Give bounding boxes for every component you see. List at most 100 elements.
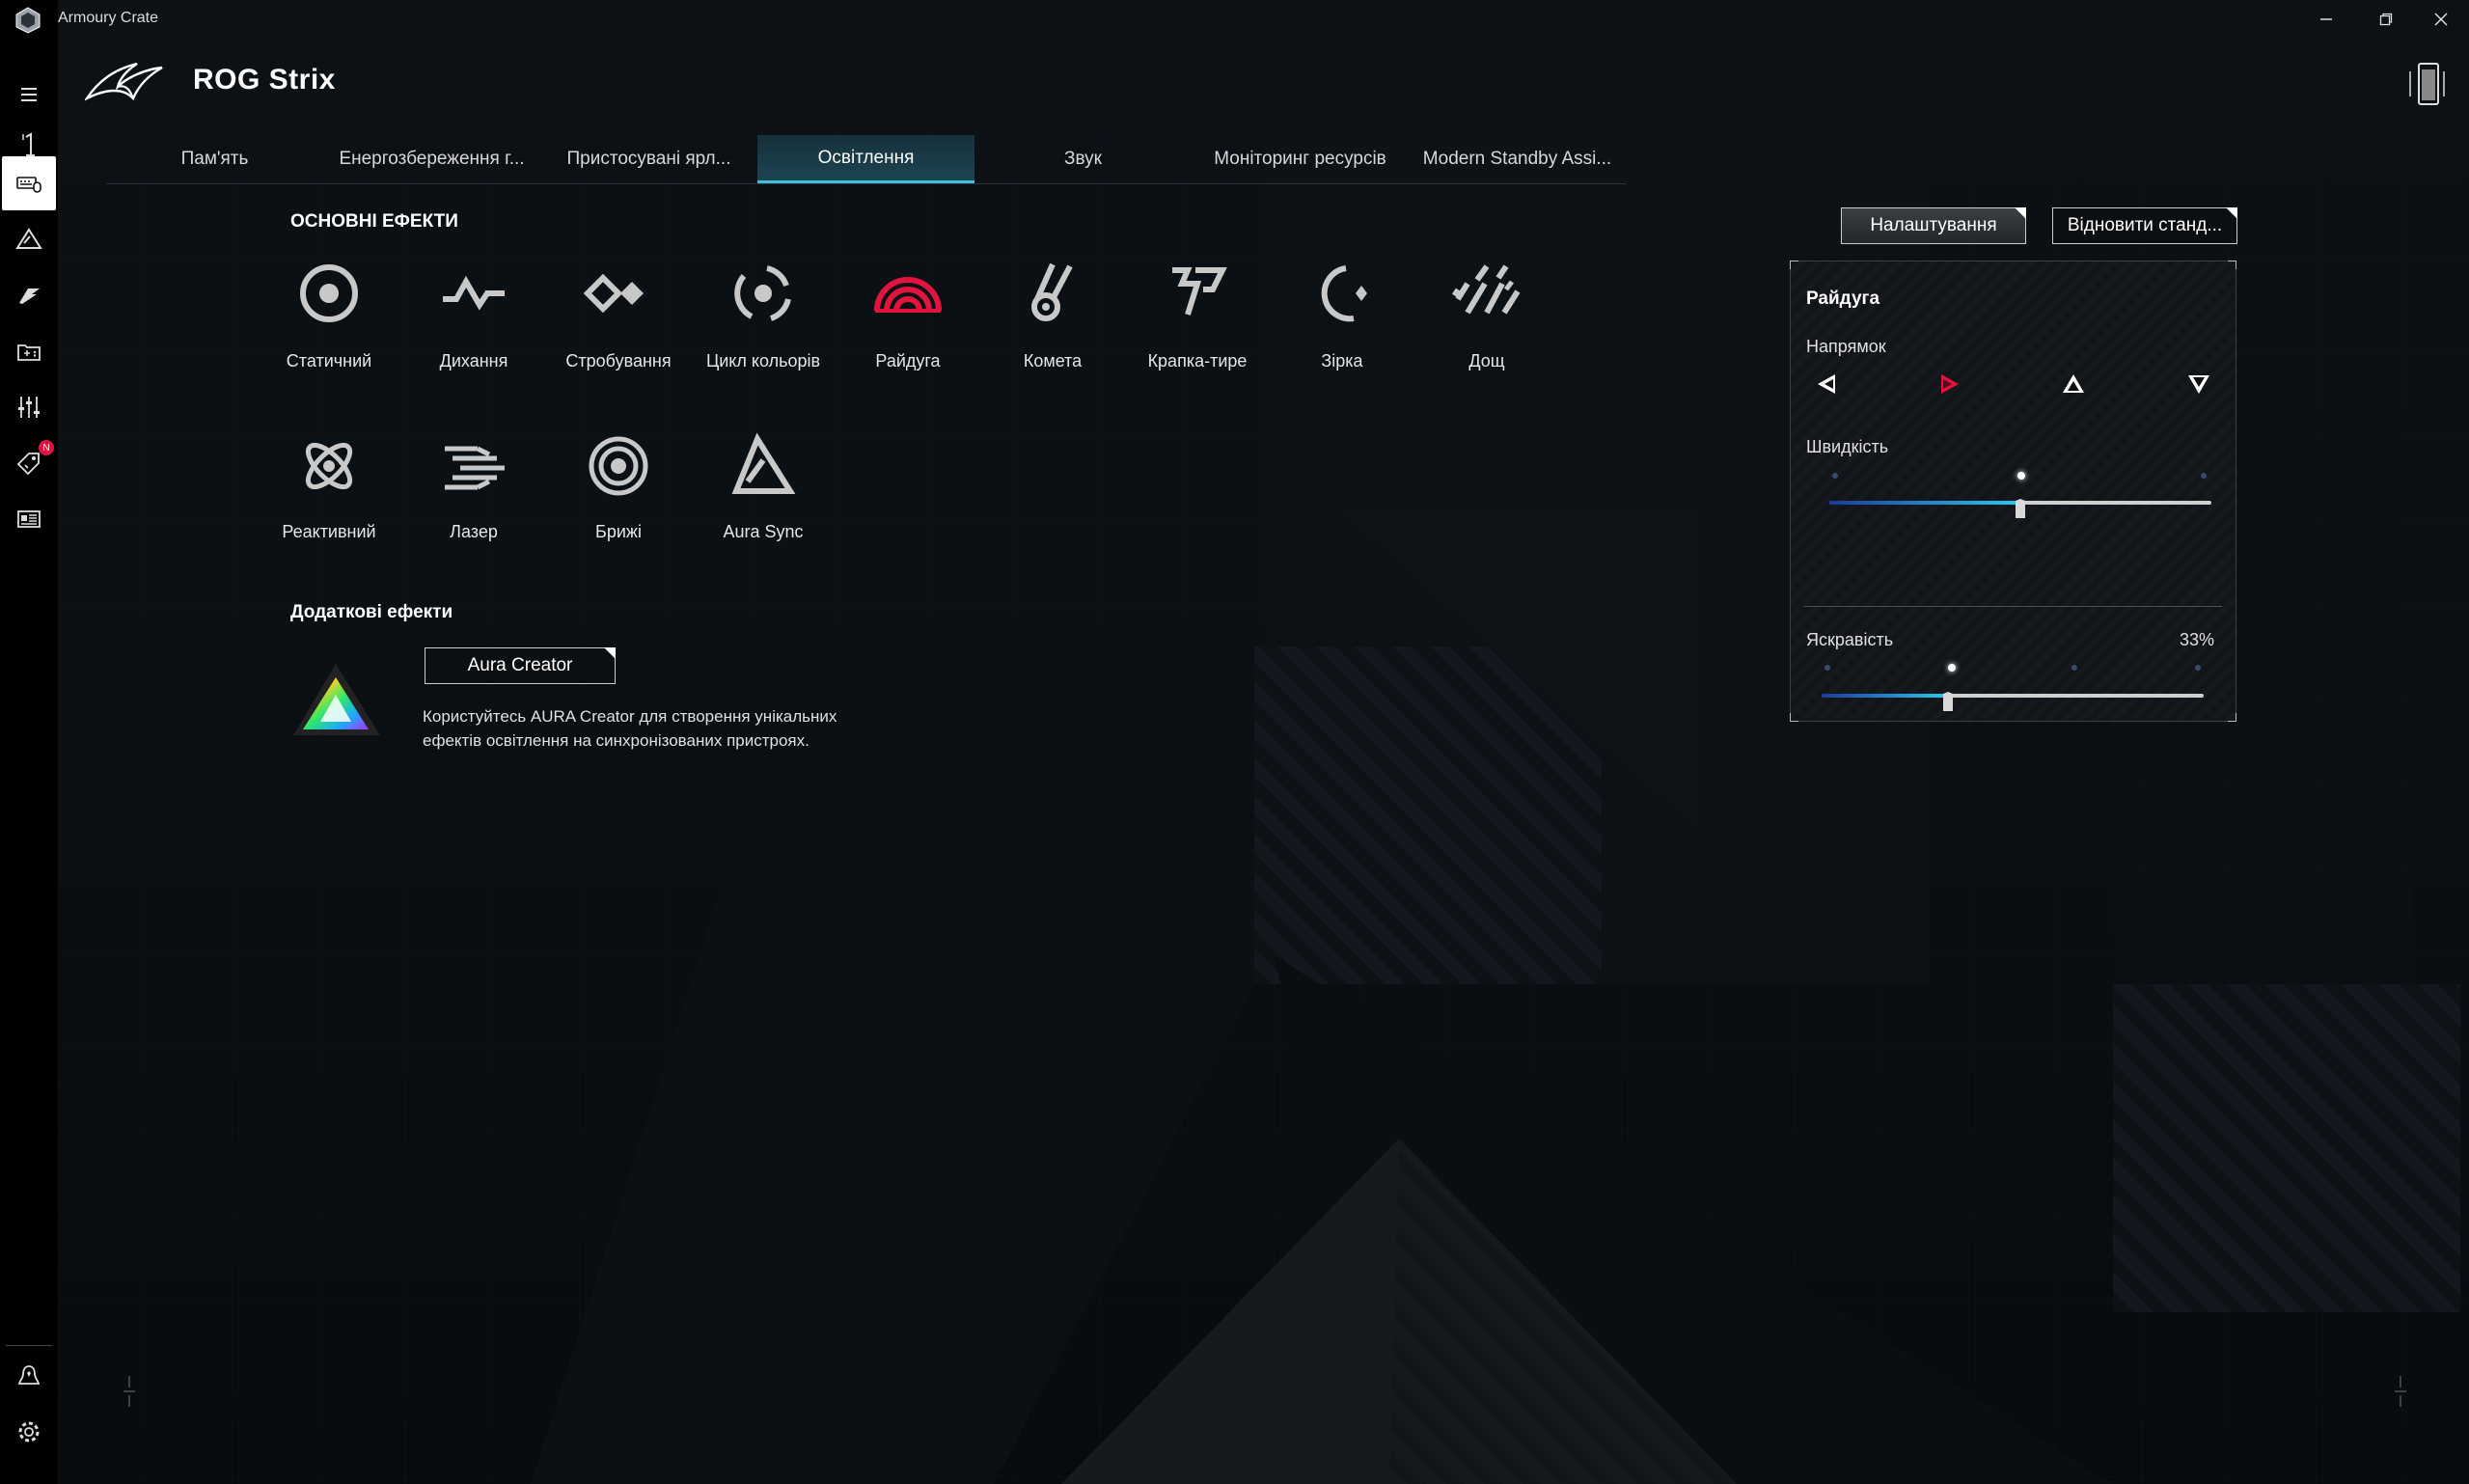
effect-label: Райдуга bbox=[875, 351, 941, 371]
sidebar-item-game-library[interactable] bbox=[0, 324, 58, 378]
tab-label: Пристосувані ярл... bbox=[566, 149, 731, 169]
game-library-icon bbox=[17, 344, 41, 361]
effect-rain[interactable]: Дощ bbox=[1414, 257, 1559, 411]
app-title: Armoury Crate bbox=[58, 10, 159, 26]
brightness-slider-handle[interactable] bbox=[1940, 692, 1956, 711]
corner-marker bbox=[2395, 1376, 2406, 1407]
additional-effects-title: Додаткові ефекти bbox=[290, 602, 453, 622]
user-center-icon bbox=[17, 1365, 41, 1385]
direction-right-button[interactable] bbox=[1935, 370, 1964, 398]
menu-button[interactable] bbox=[0, 68, 58, 122]
tab-label: Енергозбереження г... bbox=[339, 149, 525, 169]
effect-comet[interactable]: Комета bbox=[980, 257, 1125, 411]
speed-label: Швидкість bbox=[1806, 437, 1889, 456]
effect-breathing[interactable]: Дихання bbox=[401, 257, 546, 411]
aura-creator-button-label: Aura Creator bbox=[467, 655, 573, 675]
effect-flash-and-dash[interactable]: Крапка-тире bbox=[1125, 257, 1270, 411]
direction-left-button[interactable] bbox=[1812, 370, 1841, 398]
tab-memory[interactable]: Пам'ять bbox=[106, 135, 323, 183]
speed-tick bbox=[2201, 473, 2207, 479]
effect-ripple[interactable]: Брижі bbox=[546, 427, 691, 582]
close-icon bbox=[2434, 13, 2448, 26]
aura-sync-icon bbox=[731, 432, 796, 494]
brightness-tick bbox=[1948, 664, 1956, 672]
starry-night-icon bbox=[1321, 265, 1367, 322]
sidebar-item-deals[interactable]: N bbox=[0, 436, 58, 490]
effect-label: Реактивний bbox=[282, 522, 376, 541]
effect-label: Комета bbox=[1023, 351, 1083, 371]
effect-label: Статичний bbox=[286, 351, 372, 371]
speed-tick bbox=[1832, 473, 1838, 479]
direction-label: Напрямок bbox=[1806, 337, 1886, 356]
effect-static[interactable]: Статичний bbox=[257, 257, 401, 411]
panel-corner bbox=[1790, 713, 1798, 722]
sidebar-item-news[interactable] bbox=[0, 492, 58, 546]
effect-reactive[interactable]: Реактивний bbox=[257, 427, 401, 582]
minimize-button[interactable] bbox=[2307, 6, 2346, 33]
close-button[interactable] bbox=[2422, 6, 2460, 33]
sidebar-item-settings[interactable] bbox=[0, 1405, 58, 1459]
direction-up-button[interactable] bbox=[2059, 370, 2088, 398]
direction-down-button[interactable] bbox=[2184, 370, 2213, 398]
tab-label: Моніторинг ресурсів bbox=[1214, 149, 1386, 169]
aura-creator-button[interactable]: Aura Creator bbox=[425, 647, 616, 684]
tab-modern-standby[interactable]: Modern Standby Assi... bbox=[1409, 135, 1626, 183]
effect-label: Лазер bbox=[450, 522, 498, 541]
arrow-up-icon bbox=[2063, 374, 2084, 393]
device-title: ROG Strix bbox=[193, 64, 336, 96]
sidebar-item-aura[interactable] bbox=[0, 212, 58, 266]
title-bar: Armoury Crate bbox=[0, 0, 2469, 39]
hamburger-icon bbox=[21, 88, 37, 101]
sidebar-item-user-center[interactable] bbox=[0, 1349, 58, 1403]
tab-label: Пам'ять bbox=[180, 149, 249, 169]
brightness-tick bbox=[2195, 665, 2201, 671]
rainbow-icon bbox=[874, 277, 942, 313]
breathing-icon bbox=[443, 275, 505, 311]
sidebar-item-settings-sliders[interactable] bbox=[0, 380, 58, 434]
brightness-label: Яскравість bbox=[1806, 630, 1894, 649]
restore-button[interactable] bbox=[2367, 6, 2405, 33]
effect-rainbow[interactable]: Райдуга bbox=[836, 257, 980, 411]
effect-color-cycle[interactable]: Цикл кольорів bbox=[691, 257, 836, 411]
tab-label: Освітлення bbox=[817, 147, 915, 168]
device-number-icon bbox=[22, 132, 35, 156]
brightness-tick bbox=[2071, 665, 2077, 671]
effect-aura-sync[interactable]: Aura Sync bbox=[691, 427, 836, 582]
scenario-profile-icon bbox=[19, 289, 40, 304]
static-icon bbox=[300, 264, 358, 322]
device-phone-icon[interactable] bbox=[2407, 62, 2446, 106]
tab-shortcuts[interactable]: Пристосувані ярл... bbox=[540, 135, 757, 183]
strobing-icon bbox=[583, 273, 644, 314]
tab-label: Modern Standby Assi... bbox=[1422, 149, 1612, 169]
effect-strobing[interactable]: Стробування bbox=[546, 257, 691, 411]
tab-resource-monitor[interactable]: Моніторинг ресурсів bbox=[1192, 135, 1409, 183]
effect-laser[interactable]: Лазер bbox=[401, 427, 546, 582]
rog-logo bbox=[85, 62, 163, 101]
news-icon bbox=[17, 510, 41, 528]
reactive-icon bbox=[305, 442, 353, 490]
effect-starry-night[interactable]: Зірка bbox=[1270, 257, 1414, 411]
sidebar: N bbox=[0, 39, 58, 1484]
tab-power-saving[interactable]: Енергозбереження г... bbox=[323, 135, 540, 183]
effect-label: Aura Sync bbox=[723, 522, 804, 541]
sidebar-item-device-keyboard[interactable] bbox=[2, 156, 56, 210]
restore-defaults-button[interactable]: Відновити станд... bbox=[2052, 207, 2237, 244]
minimize-icon bbox=[2320, 18, 2332, 20]
settings-button[interactable]: Налаштування bbox=[1841, 207, 2026, 244]
corner-marker bbox=[123, 1376, 135, 1407]
effect-label: Брижі bbox=[595, 522, 642, 541]
sliders-icon bbox=[18, 397, 40, 418]
tab-sound[interactable]: Звук bbox=[974, 135, 1192, 183]
tab-label: Звук bbox=[1064, 149, 1102, 169]
speed-slider-fill bbox=[1829, 501, 2020, 505]
flash-and-dash-icon bbox=[1172, 267, 1227, 316]
arrow-left-icon bbox=[1818, 374, 1835, 394]
sidebar-item-scenario[interactable] bbox=[0, 268, 58, 322]
aura-creator-description: Користуйтесь AURA Creator для створення … bbox=[423, 707, 837, 750]
panel-title: Райдуга bbox=[1806, 289, 1880, 309]
effect-label: Стробування bbox=[565, 351, 672, 371]
brightness-slider-track[interactable] bbox=[1822, 694, 2204, 698]
tab-lighting[interactable]: Освітлення bbox=[757, 135, 974, 183]
restore-defaults-label: Відновити станд... bbox=[2067, 215, 2223, 235]
speed-slider-handle[interactable] bbox=[2013, 499, 2028, 518]
